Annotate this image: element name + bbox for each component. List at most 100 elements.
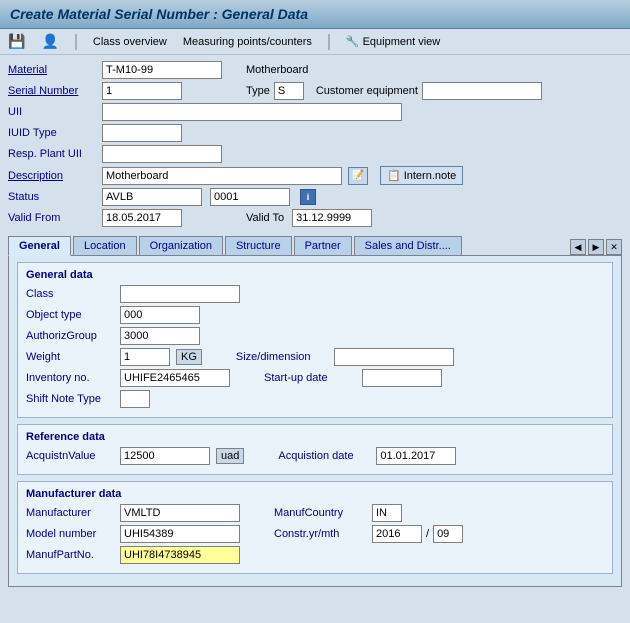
manufacturer-label: Manufacturer — [26, 507, 116, 519]
tab-nav-right[interactable]: ▶ — [588, 239, 604, 255]
valid-from-input[interactable] — [102, 209, 182, 227]
inventory-input[interactable] — [120, 369, 230, 387]
model-number-label: Model number — [26, 528, 116, 540]
size-dimension-label: Size/dimension — [236, 351, 326, 363]
status-label: Status — [8, 191, 98, 203]
intern-note-button[interactable]: 📋 Intern.note — [380, 166, 463, 185]
general-data-title: General data — [26, 269, 604, 281]
weight-row: Weight KG Size/dimension — [26, 348, 604, 366]
equipment-view-button[interactable]: 🔧 Equipment view — [346, 35, 440, 48]
weight-input[interactable] — [120, 348, 170, 366]
size-dimension-input[interactable] — [334, 348, 454, 366]
acquistn-row: AcquistnValue uad Acquistion date — [26, 447, 604, 465]
status-row: Status i — [8, 188, 622, 206]
weight-unit: KG — [176, 349, 202, 365]
manufacturer-input[interactable] — [120, 504, 240, 522]
manuf-country-label: ManufCountry — [274, 507, 364, 519]
resp-plant-input[interactable] — [102, 145, 222, 163]
class-overview-label: Class overview — [93, 36, 167, 48]
material-label: Material — [8, 64, 98, 76]
tab-structure[interactable]: Structure — [225, 236, 292, 255]
shift-note-row: Shift Note Type — [26, 390, 604, 408]
acquistion-date-label: Acquistion date — [278, 450, 368, 462]
description-row: Description 📝 📋 Intern.note — [8, 166, 622, 185]
constr-yr-label: Constr.yr/mth — [274, 528, 364, 540]
manuf-country-input[interactable] — [372, 504, 402, 522]
acquistn-unit: uad — [216, 448, 244, 464]
valid-to-input[interactable] — [292, 209, 372, 227]
startup-date-label: Start-up date — [264, 372, 354, 384]
general-data-panel: General data Class Object type AuthorizG… — [17, 262, 613, 418]
constr-mth-input[interactable] — [433, 525, 463, 543]
save-icon: 💾 — [8, 33, 25, 50]
serial-number-row: Serial Number Type Customer equipment — [8, 82, 622, 100]
toolbar-separator-1 — [75, 34, 77, 50]
model-number-row: Model number Constr.yr/mth / — [26, 525, 604, 543]
tab-nav-left[interactable]: ◀ — [570, 239, 586, 255]
manuf-part-input[interactable] — [120, 546, 240, 564]
authoriz-group-input[interactable] — [120, 327, 200, 345]
intern-note-label: Intern.note — [404, 170, 457, 182]
valid-to-label: Valid To — [246, 212, 284, 224]
customer-equipment-input[interactable] — [422, 82, 542, 100]
reference-data-title: Reference data — [26, 431, 604, 443]
status-code-input[interactable] — [210, 188, 290, 206]
tab-sales[interactable]: Sales and Distr.... — [354, 236, 462, 255]
tab-nav-close[interactable]: ✕ — [606, 239, 622, 255]
tab-general[interactable]: General — [8, 236, 71, 256]
class-overview-button[interactable]: Class overview — [93, 36, 167, 48]
toolbar: 💾 👤 Class overview Measuring points/coun… — [0, 29, 630, 55]
manufacturer-row: Manufacturer ManufCountry — [26, 504, 604, 522]
description-icon-button[interactable]: 📝 — [348, 167, 368, 185]
tab-organization[interactable]: Organization — [139, 236, 223, 255]
toolbar-separator-2 — [328, 34, 330, 50]
reference-data-panel: Reference data AcquistnValue uad Acquist… — [17, 424, 613, 475]
info-icon[interactable]: i — [300, 189, 316, 205]
shift-note-label: Shift Note Type — [26, 393, 116, 405]
manuf-part-label: ManufPartNo. — [26, 549, 116, 561]
header-section: Material Motherboard Serial Number Type … — [8, 61, 622, 227]
status-input[interactable] — [102, 188, 202, 206]
weight-label: Weight — [26, 351, 116, 363]
slash-separator: / — [426, 528, 429, 540]
tab-panel: General data Class Object type AuthorizG… — [8, 255, 622, 587]
material-input[interactable] — [102, 61, 222, 79]
acquistion-date-input[interactable] — [376, 447, 456, 465]
material-row: Material Motherboard — [8, 61, 622, 79]
title-bar: Create Material Serial Number : General … — [0, 0, 630, 29]
manufacturer-data-panel: Manufacturer data Manufacturer ManufCoun… — [17, 481, 613, 574]
main-content: Material Motherboard Serial Number Type … — [0, 55, 630, 593]
startup-date-input[interactable] — [362, 369, 442, 387]
description-input[interactable] — [102, 167, 342, 185]
type-input[interactable] — [274, 82, 304, 100]
acquistn-input[interactable] — [120, 447, 210, 465]
inventory-row: Inventory no. Start-up date — [26, 369, 604, 387]
uii-input[interactable] — [102, 103, 402, 121]
page-title: Create Material Serial Number : General … — [10, 6, 308, 22]
type-label: Type — [246, 85, 270, 97]
class-row: Class — [26, 285, 604, 303]
tab-location[interactable]: Location — [73, 236, 137, 255]
description-label: Description — [8, 170, 98, 182]
shift-note-input[interactable] — [120, 390, 150, 408]
wrench-icon: 🔧 — [346, 35, 360, 48]
constr-yr-input[interactable] — [372, 525, 422, 543]
serial-number-input[interactable] — [102, 82, 182, 100]
measuring-points-button[interactable]: Measuring points/counters — [183, 36, 312, 48]
model-number-input[interactable] — [120, 525, 240, 543]
tabs-row: General Location Organization Structure … — [8, 235, 622, 255]
person-button[interactable]: 👤 — [41, 33, 58, 50]
iuid-type-input[interactable] — [102, 124, 182, 142]
measuring-points-label: Measuring points/counters — [183, 36, 312, 48]
object-type-input[interactable] — [120, 306, 200, 324]
manufacturer-data-title: Manufacturer data — [26, 488, 604, 500]
resp-plant-label: Resp. Plant UII — [8, 148, 98, 160]
customer-equipment-label: Customer equipment — [316, 85, 418, 97]
tab-partner[interactable]: Partner — [294, 236, 352, 255]
valid-from-label: Valid From — [8, 212, 98, 224]
save-button[interactable]: 💾 — [8, 33, 25, 50]
tab-nav: ◀ ▶ ✕ — [570, 239, 622, 255]
authoriz-group-row: AuthorizGroup — [26, 327, 604, 345]
iuid-type-label: IUID Type — [8, 127, 98, 139]
class-input[interactable] — [120, 285, 240, 303]
